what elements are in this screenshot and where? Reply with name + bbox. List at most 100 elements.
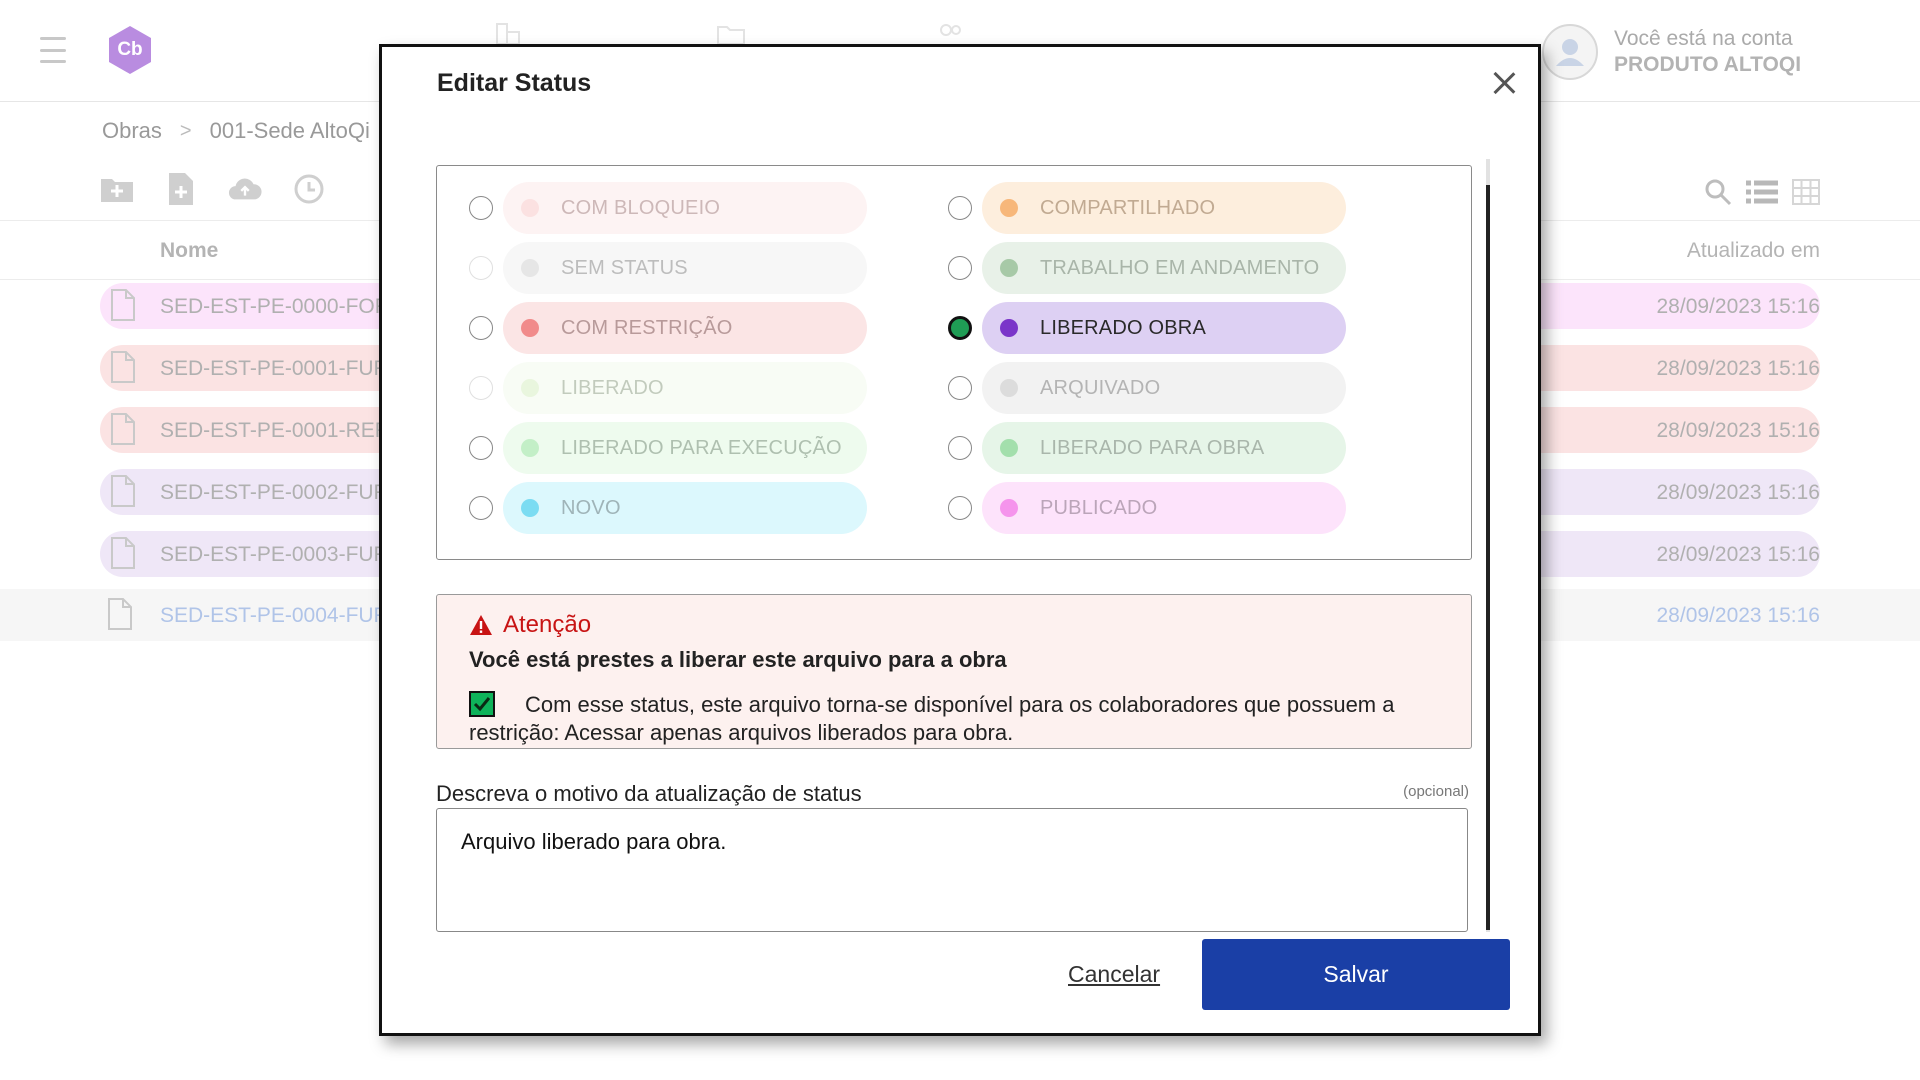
status-radio[interactable] (948, 436, 972, 460)
status-color-dot (521, 379, 539, 397)
status-color-dot (521, 499, 539, 517)
file-toolbar (100, 172, 326, 206)
status-pill[interactable]: LIBERADO PARA EXECUÇÃO (503, 422, 867, 474)
save-button[interactable]: Salvar (1202, 939, 1510, 1010)
status-color-dot (1000, 199, 1018, 217)
status-option-com-bloqueio[interactable]: COM BLOQUEIO (469, 182, 869, 234)
file-name[interactable]: SED-EST-PE-0001-FUR (160, 357, 389, 381)
status-option-novo[interactable]: NOVO (469, 482, 869, 534)
file-icon (111, 413, 135, 445)
new-folder-icon[interactable] (100, 172, 134, 206)
status-radio[interactable] (469, 256, 493, 280)
status-pill[interactable]: NOVO (503, 482, 867, 534)
attention-alert: Atenção Você está prestes a liberar este… (436, 594, 1472, 749)
list-view-icon[interactable] (1746, 180, 1778, 204)
status-radio[interactable] (469, 376, 493, 400)
cloud-upload-icon[interactable] (228, 172, 262, 206)
account-avatar[interactable] (1542, 24, 1598, 80)
scrollbar-thumb[interactable] (1486, 185, 1490, 930)
confirm-checkbox[interactable] (469, 691, 495, 717)
status-radio[interactable] (469, 196, 493, 220)
breadcrumb-item-project[interactable]: 001-Sede AltoQi (210, 118, 370, 144)
status-pill[interactable]: LIBERADO PARA OBRA (982, 422, 1346, 474)
file-updated-date: 28/09/2023 15:16 (1656, 419, 1821, 442)
app-logo-text: Cb (117, 39, 143, 60)
status-option-liberado[interactable]: LIBERADO (469, 362, 869, 414)
search-icon[interactable] (1704, 178, 1732, 206)
status-radio[interactable] (469, 436, 493, 460)
status-option-com-restricao[interactable]: COM RESTRIÇÃO (469, 302, 869, 354)
status-radio[interactable] (948, 256, 972, 280)
status-radio[interactable] (948, 316, 972, 340)
alert-title: Atenção (469, 611, 591, 639)
status-color-dot (1000, 499, 1018, 517)
status-pill[interactable]: COM RESTRIÇÃO (503, 302, 867, 354)
users-icon[interactable] (936, 22, 966, 46)
status-label: COM BLOQUEIO (561, 197, 721, 219)
status-pill[interactable]: COMPARTILHADO (982, 182, 1346, 234)
status-label: LIBERADO OBRA (1040, 317, 1206, 339)
status-pill[interactable]: ARQUIVADO (982, 362, 1346, 414)
reason-label: Descreva o motivo da atualização de stat… (436, 781, 862, 806)
status-radio[interactable] (948, 196, 972, 220)
breadcrumb: Obras > 001-Sede AltoQi (102, 118, 370, 144)
folder-icon[interactable] (716, 22, 746, 46)
new-file-icon[interactable] (164, 172, 198, 206)
file-name[interactable]: SED-EST-PE-0001-REF- (160, 419, 395, 443)
reason-textarea[interactable] (436, 808, 1468, 932)
status-label: LIBERADO (561, 377, 664, 399)
file-icon (111, 351, 135, 383)
column-updated[interactable]: Atualizado em (1687, 239, 1820, 263)
status-option-liberado-para-execucao[interactable]: LIBERADO PARA EXECUÇÃO (469, 422, 869, 474)
status-option-liberado-obra[interactable]: LIBERADO OBRA (948, 302, 1348, 354)
file-updated-date: 28/09/2023 15:16 (1656, 604, 1821, 627)
status-color-dot (521, 199, 539, 217)
account-name: PRODUTO ALTOQI (1614, 53, 1802, 76)
status-color-dot (1000, 259, 1018, 277)
status-pill[interactable]: LIBERADO OBRA (982, 302, 1346, 354)
status-option-arquivado[interactable]: ARQUIVADO (948, 362, 1348, 414)
status-option-trabalho-em-andamento[interactable]: TRABALHO EM ANDAMENTO (948, 242, 1348, 294)
file-updated-date: 28/09/2023 15:16 (1656, 481, 1821, 504)
warning-icon (470, 615, 492, 635)
history-icon[interactable] (292, 172, 326, 206)
status-option-sem-status[interactable]: SEM STATUS (469, 242, 869, 294)
status-pill[interactable]: LIBERADO (503, 362, 867, 414)
status-option-liberado-para-obra[interactable]: LIBERADO PARA OBRA (948, 422, 1348, 474)
cancel-button[interactable]: Cancelar (1068, 961, 1160, 988)
file-icon (111, 289, 135, 321)
status-radio[interactable] (469, 496, 493, 520)
status-option-publicado[interactable]: PUBLICADO (948, 482, 1348, 534)
file-name[interactable]: SED-EST-PE-0002-FUR (160, 481, 389, 505)
close-icon[interactable] (1488, 67, 1520, 99)
status-label: COM RESTRIÇÃO (561, 317, 733, 339)
status-color-dot (521, 439, 539, 457)
status-label: NOVO (561, 497, 621, 519)
file-updated-date: 28/09/2023 15:16 (1656, 543, 1821, 566)
building-icon[interactable] (494, 22, 524, 46)
breadcrumb-separator: > (179, 119, 192, 142)
status-color-dot (521, 259, 539, 277)
status-radio[interactable] (948, 496, 972, 520)
status-pill[interactable]: PUBLICADO (982, 482, 1346, 534)
file-name[interactable]: SED-EST-PE-0004-FUR (160, 604, 389, 628)
file-name[interactable]: SED-EST-PE-0000-FOR (160, 295, 390, 319)
grid-view-icon[interactable] (1792, 179, 1820, 205)
breadcrumb-item-obras[interactable]: Obras (102, 118, 162, 144)
menu-icon[interactable] (40, 37, 66, 63)
status-option-compartilhado[interactable]: COMPARTILHADO (948, 182, 1348, 234)
account-info: Você está na conta PRODUTO ALTOQI (1614, 26, 1801, 78)
file-name[interactable]: SED-EST-PE-0003-FUR (160, 543, 389, 567)
status-pill[interactable]: TRABALHO EM ANDAMENTO (982, 242, 1346, 294)
edit-status-dialog: Editar Status COM BLOQUEIO SEM STATUS COM … (379, 44, 1541, 1036)
status-radio[interactable] (948, 376, 972, 400)
status-color-dot (1000, 379, 1018, 397)
checkmark-icon (473, 697, 491, 712)
column-name[interactable]: Nome (160, 239, 218, 263)
file-updated-date: 28/09/2023 15:16 (1656, 295, 1821, 318)
status-radio[interactable] (469, 316, 493, 340)
status-label: TRABALHO EM ANDAMENTO (1040, 257, 1320, 279)
status-label: COMPARTILHADO (1040, 197, 1216, 219)
status-pill[interactable]: SEM STATUS (503, 242, 867, 294)
status-pill[interactable]: COM BLOQUEIO (503, 182, 867, 234)
